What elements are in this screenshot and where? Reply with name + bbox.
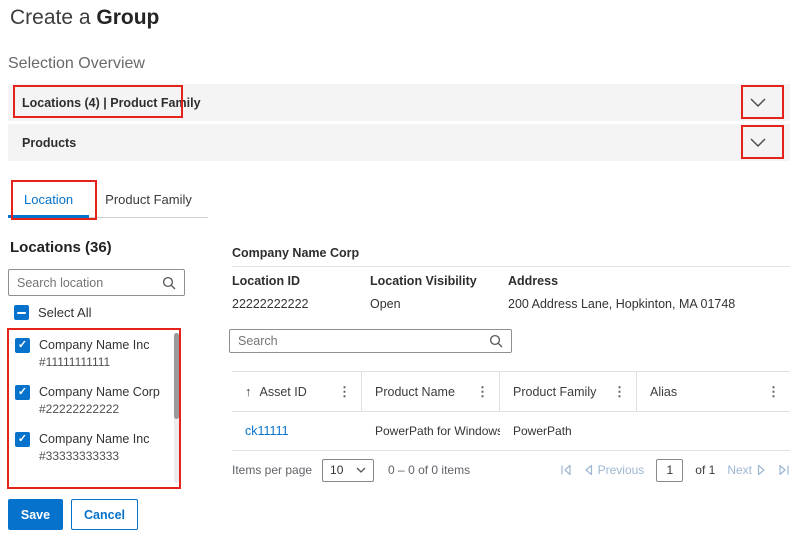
page-number-input[interactable] bbox=[656, 459, 683, 482]
table-header-row: ↑ Asset ID ⋮ Product Name ⋮ Product Famil… bbox=[232, 371, 790, 412]
field-location-visibility: Location Visibility Open bbox=[370, 274, 508, 311]
check-icon: ✓ bbox=[18, 387, 27, 398]
tab-location[interactable]: Location bbox=[8, 182, 89, 218]
check-icon: ✓ bbox=[18, 434, 27, 445]
field-value: 200 Address Lane, Hopkinton, MA 01748 bbox=[508, 297, 735, 311]
product-name-cell: PowerPath for Windows bbox=[362, 424, 500, 438]
asset-search-input[interactable] bbox=[238, 334, 489, 348]
field-label: Location Visibility bbox=[370, 274, 508, 288]
cancel-button[interactable]: Cancel bbox=[71, 499, 138, 530]
column-header-asset-id[interactable]: ↑ Asset ID ⋮ bbox=[232, 372, 362, 411]
previous-page-button[interactable]: Previous bbox=[584, 463, 645, 477]
select-all-checkbox[interactable] bbox=[14, 305, 29, 320]
column-header-product-name[interactable]: Product Name ⋮ bbox=[362, 372, 500, 411]
column-header-product-family[interactable]: Product Family ⋮ bbox=[500, 372, 637, 411]
indeterminate-icon bbox=[17, 312, 26, 314]
field-location-id: Location ID 22222222222 bbox=[232, 274, 370, 311]
chevron-down-icon bbox=[356, 467, 366, 473]
column-label: Alias bbox=[650, 385, 677, 399]
location-search-input[interactable] bbox=[17, 276, 162, 290]
location-list-item[interactable]: ✓ Company Name Inc #33333333333 bbox=[8, 423, 182, 470]
select-all-label: Select All bbox=[38, 305, 91, 320]
page-title-prefix: Create a bbox=[10, 6, 96, 29]
save-button[interactable]: Save bbox=[8, 499, 63, 530]
field-label: Location ID bbox=[232, 274, 370, 288]
asset-id-link[interactable]: ck11111 bbox=[245, 424, 289, 438]
page-title: Create a Group bbox=[10, 6, 159, 30]
location-name: Company Name Inc bbox=[39, 338, 149, 352]
tab-label: Product Family bbox=[105, 192, 192, 207]
location-id: #22222222222 bbox=[39, 402, 160, 416]
items-per-page-value: 10 bbox=[330, 463, 343, 477]
selection-overview-title: Selection Overview bbox=[8, 55, 145, 73]
field-value: Open bbox=[370, 297, 508, 311]
divider bbox=[232, 266, 790, 267]
previous-label: Previous bbox=[598, 463, 645, 477]
asset-search-box bbox=[229, 329, 512, 353]
scrollbar-thumb[interactable] bbox=[174, 333, 179, 419]
next-page-button[interactable]: Next bbox=[727, 463, 766, 477]
sort-ascending-icon[interactable]: ↑ bbox=[245, 384, 252, 399]
selected-company-name: Company Name Corp bbox=[232, 246, 359, 260]
product-family-cell: PowerPath bbox=[500, 424, 637, 438]
chevron-down-icon[interactable] bbox=[750, 98, 766, 107]
items-per-page-select[interactable]: 10 bbox=[322, 459, 374, 482]
location-details: Location ID 22222222222 Location Visibil… bbox=[232, 274, 735, 311]
table-row: ck11111 PowerPath for Windows PowerPath bbox=[232, 412, 790, 451]
column-menu-icon[interactable]: ⋮ bbox=[336, 384, 353, 400]
check-icon: ✓ bbox=[18, 340, 27, 351]
search-icon bbox=[489, 334, 503, 348]
previous-page-icon bbox=[584, 464, 593, 476]
next-label: Next bbox=[727, 463, 752, 477]
items-per-page-label: Items per page bbox=[232, 463, 312, 477]
accordion-products[interactable]: Products bbox=[8, 124, 790, 161]
pagination-controls: Previous of 1 Next bbox=[560, 459, 790, 482]
accordion-locations-product-family[interactable]: Locations (4) | Product Family bbox=[8, 84, 790, 121]
location-list: ✓ Company Name Inc #11111111111 ✓ Compan… bbox=[8, 329, 182, 489]
location-text: Company Name Inc #11111111111 bbox=[39, 338, 149, 369]
pagination-bar: Items per page 10 0 – 0 of 0 items Previ… bbox=[232, 451, 790, 489]
tab-bar: Location Product Family bbox=[8, 182, 208, 218]
location-list-item[interactable]: ✓ Company Name Corp #22222222222 bbox=[8, 376, 182, 423]
field-label: Address bbox=[508, 274, 735, 288]
column-label: Asset ID bbox=[260, 385, 307, 399]
next-page-icon bbox=[757, 464, 766, 476]
column-menu-icon[interactable]: ⋮ bbox=[474, 384, 491, 400]
chevron-down-icon[interactable] bbox=[750, 138, 766, 147]
page-title-emphasis: Group bbox=[96, 6, 159, 29]
page-of-label: of 1 bbox=[695, 463, 715, 477]
first-page-icon[interactable] bbox=[560, 464, 572, 476]
column-label: Product Name bbox=[375, 385, 455, 399]
location-checkbox[interactable]: ✓ bbox=[15, 432, 30, 447]
location-search-box bbox=[8, 269, 185, 296]
locations-count-heading: Locations (36) bbox=[10, 239, 112, 256]
location-id: #11111111111 bbox=[39, 355, 149, 369]
column-menu-icon[interactable]: ⋮ bbox=[611, 384, 628, 400]
location-name: Company Name Inc bbox=[39, 432, 149, 446]
location-id: #33333333333 bbox=[39, 449, 149, 463]
field-value: 22222222222 bbox=[232, 297, 370, 311]
location-checkbox[interactable]: ✓ bbox=[15, 385, 30, 400]
accordion-label: Locations (4) | Product Family bbox=[22, 96, 201, 110]
assets-table: ↑ Asset ID ⋮ Product Name ⋮ Product Famil… bbox=[232, 371, 790, 489]
column-header-alias[interactable]: Alias ⋮ bbox=[637, 372, 790, 411]
location-text: Company Name Corp #22222222222 bbox=[39, 385, 160, 416]
column-label: Product Family bbox=[513, 385, 596, 399]
location-checkbox[interactable]: ✓ bbox=[15, 338, 30, 353]
tab-label: Location bbox=[24, 192, 73, 207]
location-list-item[interactable]: ✓ Company Name Inc #11111111111 bbox=[8, 329, 182, 376]
last-page-icon[interactable] bbox=[778, 464, 790, 476]
accordion-label: Products bbox=[22, 136, 76, 150]
location-name: Company Name Corp bbox=[39, 385, 160, 399]
select-all-row[interactable]: Select All bbox=[14, 305, 91, 320]
tab-product-family[interactable]: Product Family bbox=[89, 182, 208, 218]
column-menu-icon[interactable]: ⋮ bbox=[765, 384, 782, 400]
field-address: Address 200 Address Lane, Hopkinton, MA … bbox=[508, 274, 735, 311]
location-text: Company Name Inc #33333333333 bbox=[39, 432, 149, 463]
pagination-range-text: 0 – 0 of 0 items bbox=[388, 463, 470, 477]
search-icon bbox=[162, 276, 176, 290]
